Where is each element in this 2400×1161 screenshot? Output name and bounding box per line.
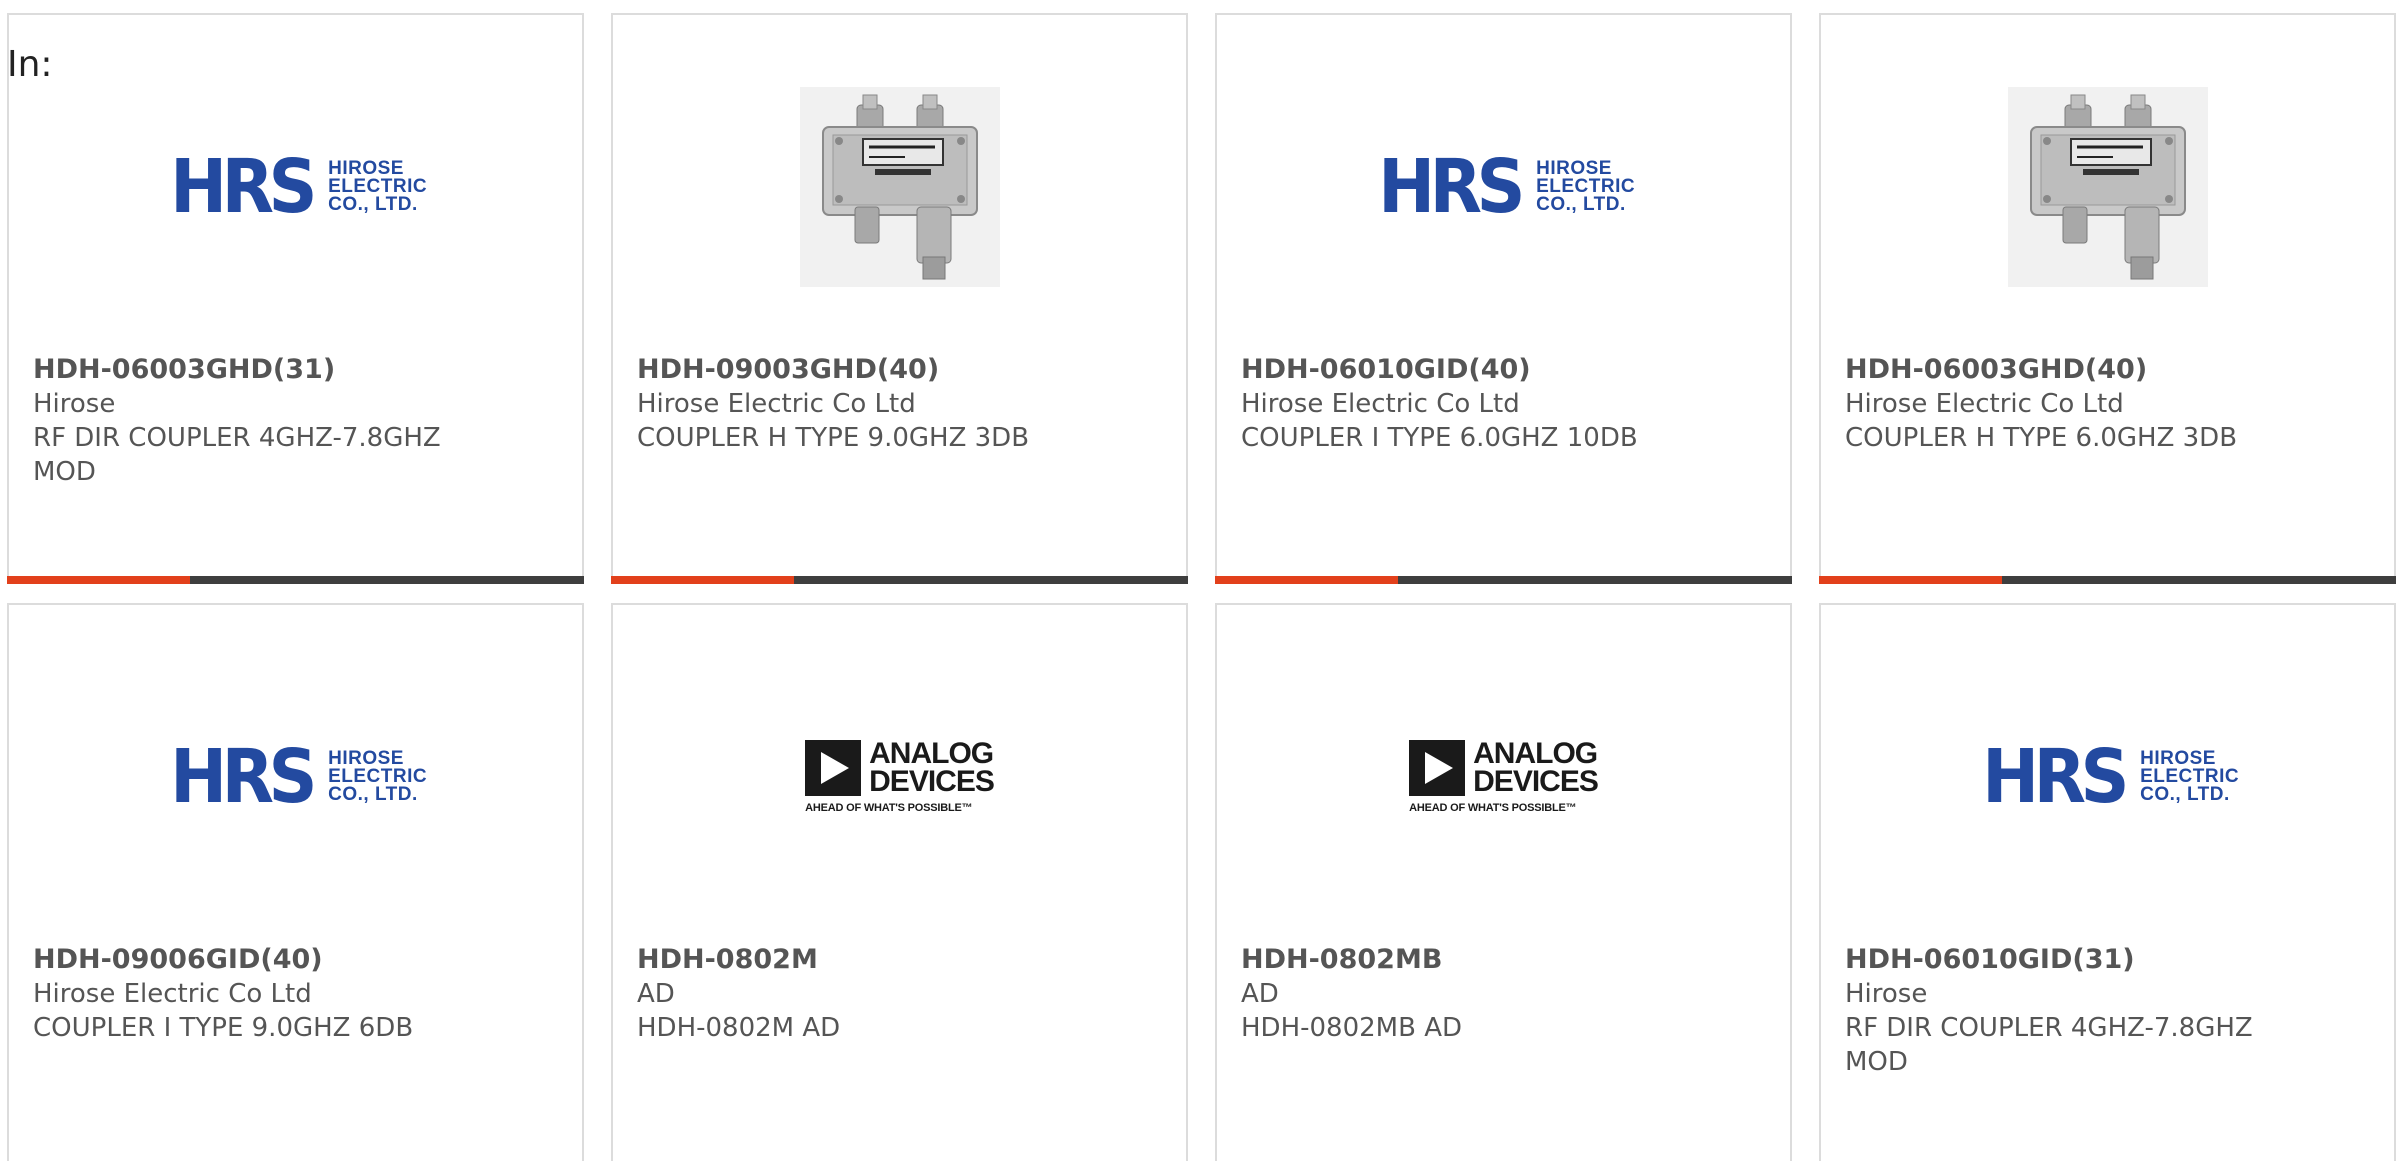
hirose-logo: HRS HIROSE ELECTRIC CO., LTD. (170, 144, 428, 230)
product-image[interactable]: HRS HIROSE ELECTRIC CO., LTD. (1217, 77, 1790, 297)
card-bar-accent (7, 576, 190, 584)
hirose-logo: HRS HIROSE ELECTRIC CO., LTD. (1378, 144, 1636, 230)
analog-devices-logo: ANALOG DEVICES AHEAD OF WHAT'S POSSIBLE™ (1409, 737, 1599, 814)
part-number-link[interactable]: HDH-06010GID(31) (1845, 943, 2370, 977)
coupler-icon (821, 94, 978, 280)
hirose-logo: HRS HIROSE ELECTRIC CO., LTD. (170, 734, 428, 820)
card-bottom-bar (1215, 576, 1792, 584)
product-info: HDH-06010GID(31) Hirose RF DIR COUPLER 4… (1845, 943, 2370, 1079)
product-info: HDH-06003GHD(31) Hirose RF DIR COUPLER 4… (33, 353, 558, 489)
part-number-link[interactable]: HDH-06003GHD(31) (33, 353, 558, 387)
coupler-icon (2029, 94, 2186, 280)
play-triangle-icon (1409, 740, 1466, 796)
product-description: COUPLER I TYPE 9.0GHZ 6DB (33, 1013, 414, 1043)
manufacturer: AD (1241, 979, 1279, 1009)
in-label: In: (7, 44, 53, 85)
product-description: COUPLER I TYPE 6.0GHZ 10DB (1241, 423, 1638, 453)
manufacturer: Hirose Electric Co Ltd (1241, 389, 1520, 419)
product-info: HDH-09006GID(40) Hirose Electric Co Ltd … (33, 943, 558, 1045)
product-card[interactable]: ANALOG DEVICES AHEAD OF WHAT'S POSSIBLE™… (1215, 603, 1792, 1161)
product-card[interactable]: HRS HIROSE ELECTRIC CO., LTD. HDH-06003G… (7, 13, 584, 584)
hirose-logo: HRS HIROSE ELECTRIC CO., LTD. (1982, 734, 2240, 820)
product-image[interactable]: ANALOG DEVICES AHEAD OF WHAT'S POSSIBLE™ (613, 667, 1186, 887)
part-number-link[interactable]: HDH-09006GID(40) (33, 943, 558, 977)
card-bottom-bar (611, 576, 1188, 584)
coupler-photo (2007, 87, 2208, 287)
product-card[interactable]: HRS HIROSE ELECTRIC CO., LTD. HDH-06010G… (1819, 603, 2396, 1161)
product-description: HDH-0802MB AD (1241, 1013, 1463, 1043)
part-number-link[interactable]: HDH-06010GID(40) (1241, 353, 1766, 387)
card-bar-accent (1819, 576, 2002, 584)
product-info: HDH-0802MB AD HDH-0802MB AD (1241, 943, 1766, 1045)
product-info: HDH-09003GHD(40) Hirose Electric Co Ltd … (637, 353, 1162, 455)
product-info: HDH-0802M AD HDH-0802M AD (637, 943, 1162, 1045)
product-card[interactable]: HDH-09003GHD(40) Hirose Electric Co Ltd … (611, 13, 1188, 584)
product-description: HDH-0802M AD (637, 1013, 841, 1043)
part-number-link[interactable]: HDH-06003GHD(40) (1845, 353, 2370, 387)
product-card[interactable]: HDH-06003GHD(40) Hirose Electric Co Ltd … (1819, 13, 2396, 584)
product-card[interactable]: HRS HIROSE ELECTRIC CO., LTD. HDH-09006G… (7, 603, 584, 1161)
product-card[interactable]: HRS HIROSE ELECTRIC CO., LTD. HDH-06010G… (1215, 13, 1792, 584)
product-description: COUPLER H TYPE 6.0GHZ 3DB (1845, 423, 2238, 453)
product-card[interactable]: ANALOG DEVICES AHEAD OF WHAT'S POSSIBLE™… (611, 603, 1188, 1161)
manufacturer: Hirose Electric Co Ltd (33, 979, 312, 1009)
product-image[interactable]: HRS HIROSE ELECTRIC CO., LTD. (9, 667, 582, 887)
part-number-link[interactable]: HDH-0802M (637, 943, 1162, 977)
card-bottom-bar (7, 576, 584, 584)
coupler-photo (799, 87, 1000, 287)
product-info: HDH-06010GID(40) Hirose Electric Co Ltd … (1241, 353, 1766, 455)
analog-devices-logo: ANALOG DEVICES AHEAD OF WHAT'S POSSIBLE™ (805, 737, 995, 814)
product-description: RF DIR COUPLER 4GHZ-7.8GHZ MOD (1845, 1013, 2253, 1077)
product-image[interactable] (1821, 77, 2394, 297)
play-triangle-icon (805, 740, 862, 796)
card-bar-accent (611, 576, 794, 584)
product-image[interactable]: ANALOG DEVICES AHEAD OF WHAT'S POSSIBLE™ (1217, 667, 1790, 887)
card-bottom-bar (1819, 576, 2396, 584)
part-number-link[interactable]: HDH-0802MB (1241, 943, 1766, 977)
part-number-link[interactable]: HDH-09003GHD(40) (637, 353, 1162, 387)
manufacturer: Hirose Electric Co Ltd (1845, 389, 2124, 419)
product-description: COUPLER H TYPE 9.0GHZ 3DB (637, 423, 1030, 453)
card-bar-accent (1215, 576, 1398, 584)
manufacturer: Hirose (33, 389, 116, 419)
manufacturer: Hirose Electric Co Ltd (637, 389, 916, 419)
product-image[interactable] (613, 77, 1186, 297)
product-grid-page: In: HRS HIROSE ELECTRIC CO., LTD. HDH-06… (0, 0, 2400, 1161)
product-image[interactable]: HRS HIROSE ELECTRIC CO., LTD. (9, 77, 582, 297)
product-image[interactable]: HRS HIROSE ELECTRIC CO., LTD. (1821, 667, 2394, 887)
manufacturer: Hirose (1845, 979, 1928, 1009)
product-info: HDH-06003GHD(40) Hirose Electric Co Ltd … (1845, 353, 2370, 455)
manufacturer: AD (637, 979, 675, 1009)
product-description: RF DIR COUPLER 4GHZ-7.8GHZ MOD (33, 423, 441, 487)
